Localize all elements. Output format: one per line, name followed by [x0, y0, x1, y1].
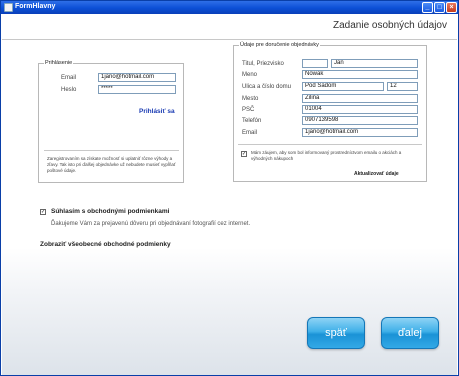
zip-input[interactable]: 01004: [302, 105, 418, 114]
maximize-button[interactable]: □: [434, 2, 445, 13]
page-header: Zadanie osobných údajov: [2, 14, 457, 40]
close-button[interactable]: ×: [446, 2, 457, 13]
login-password-label: Heslo: [61, 87, 77, 93]
newsletter-checkbox[interactable]: ✓: [241, 151, 247, 157]
phone-input[interactable]: 0907139598: [302, 116, 418, 125]
login-legend: Prihlásenie: [44, 60, 74, 66]
delivery-divider: [238, 144, 422, 145]
window-title: FormHlavny: [15, 3, 56, 10]
zip-label: PSČ: [242, 107, 255, 113]
page-title: Zadanie osobných údajov: [333, 20, 447, 31]
terms-checkbox[interactable]: ✓: [40, 209, 46, 215]
city-label: Mesto: [242, 96, 259, 102]
name-input[interactable]: Nowak: [302, 70, 418, 79]
street-label: Ulica a číslo domu: [242, 84, 292, 90]
title-surname-label: Titul, Priezvisko: [242, 61, 284, 67]
thanks-text: Ďakujeme Vám za prejavenú dôveru pri obj…: [51, 221, 251, 227]
house-number-input[interactable]: 12: [387, 82, 418, 91]
city-input[interactable]: Zilina: [302, 94, 418, 103]
login-panel: Prihlásenie Email 1jano@hotmail.com Hesl…: [38, 60, 184, 183]
login-note: Zaregistrovaním sa získate možnosť si up…: [47, 156, 176, 173]
terms-link[interactable]: Zobraziť všeobecné obchodné podmienky: [40, 241, 171, 248]
terms-label: Súhlasím s obchodnými podmienkami: [51, 208, 170, 215]
newsletter-label: Mám záujem, aby som bol informovaný pros…: [251, 150, 402, 161]
minimize-button[interactable]: _: [422, 2, 433, 13]
login-email-label: Email: [61, 75, 77, 81]
next-button[interactable]: ďalej: [381, 317, 439, 349]
order-email-label: Email: [242, 130, 258, 136]
delivery-legend: Údaje pre doručenie objednávky: [239, 42, 320, 48]
delivery-panel: Údaje pre doručenie objednávky Titul, Pr…: [233, 42, 427, 182]
login-link[interactable]: Prihlásiť sa: [139, 108, 175, 115]
name-label: Meno: [242, 72, 258, 78]
street-input[interactable]: Pod Sadom: [302, 82, 384, 91]
login-divider: [44, 150, 179, 151]
login-email-input[interactable]: 1jano@hotmail.com: [98, 73, 176, 82]
title-input[interactable]: [302, 59, 328, 68]
app-icon: [4, 3, 13, 12]
phone-label: Telefón: [242, 118, 262, 124]
update-details-link[interactable]: Aktualizovať údaje: [354, 171, 399, 177]
login-password-input[interactable]: *****: [98, 85, 176, 94]
application-window: FormHlavny _ □ × Zadanie osobných údajov…: [0, 0, 459, 376]
title-bar: FormHlavny _ □ ×: [1, 1, 458, 14]
back-button[interactable]: späť: [307, 317, 365, 349]
order-email-input[interactable]: 1jano@hotmail.com: [302, 128, 418, 137]
surname-input[interactable]: Jan: [331, 59, 418, 68]
